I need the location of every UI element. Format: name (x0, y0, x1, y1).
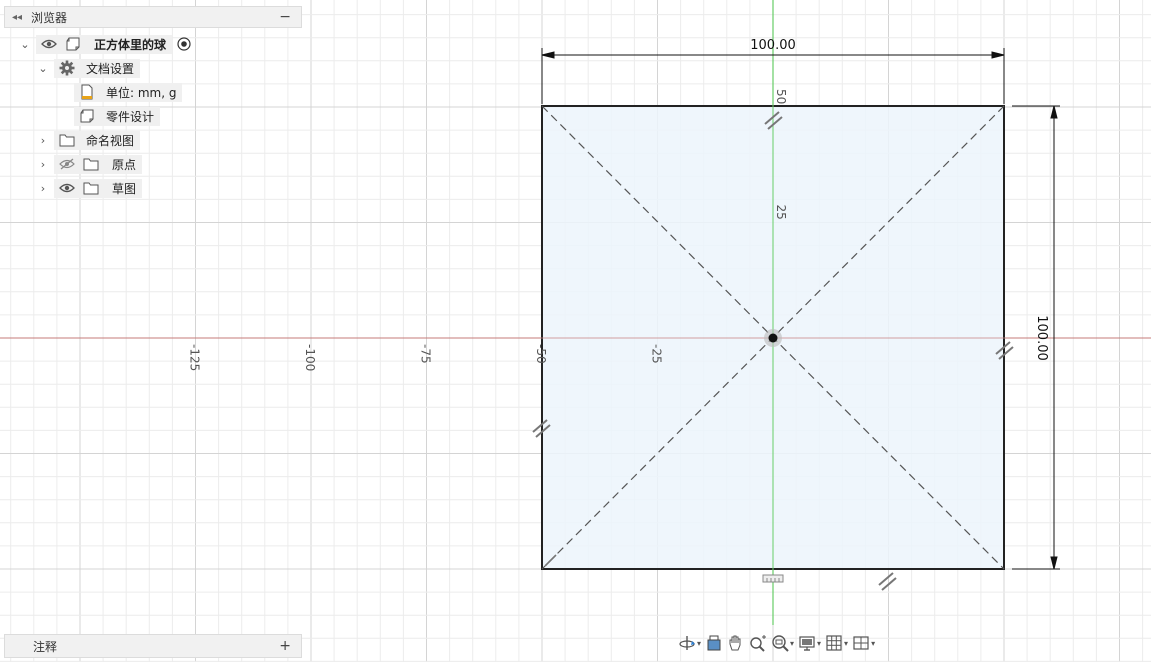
component-icon (78, 107, 96, 125)
units-label[interactable]: 单位: mm, g (106, 84, 176, 101)
root-row-box: 正方体里的球 (36, 34, 173, 54)
sketches-label[interactable]: 草图 (112, 180, 136, 197)
x-axis-tick-label: -75 (419, 344, 433, 364)
grid-snap-icon (825, 634, 843, 652)
display-settings-icon (798, 634, 816, 652)
display-settings-button[interactable]: ▾ (798, 632, 821, 654)
tree-item-origin[interactable]: › 原点 (36, 154, 143, 174)
minimize-icon[interactable]: − (279, 9, 291, 25)
fit-icon (771, 634, 789, 652)
orbit-icon (678, 634, 696, 652)
gear-icon (58, 59, 76, 77)
annotations-label: 注释 (33, 639, 58, 654)
origin-label[interactable]: 原点 (112, 156, 136, 173)
browser-panel-header[interactable]: ◂◂ 浏览器 − (4, 6, 302, 28)
look-at-icon (705, 634, 723, 652)
pan-icon (727, 634, 745, 652)
units-row: 单位: mm, g (74, 82, 183, 102)
eye-icon[interactable] (40, 35, 58, 53)
chevron-right-icon[interactable]: › (36, 158, 50, 171)
sketches-row: 草图 (54, 178, 143, 198)
folder-icon (82, 179, 100, 197)
units-document-icon (78, 83, 96, 101)
pan-button[interactable] (727, 632, 745, 654)
x-axis-tick-label: -125 (188, 344, 202, 371)
collapse-panel-icon[interactable]: ◂◂ (7, 12, 27, 23)
chevron-down-icon[interactable]: ▾ (817, 639, 821, 648)
parallel-constraint-icon[interactable] (878, 572, 897, 591)
named-views-row: 命名视图 (54, 130, 141, 150)
navigation-toolbar: ▾ ▾ ▾ ▾ ▾ (678, 631, 875, 655)
tree-item-part-design[interactable]: 零件设计 (74, 106, 161, 126)
chevron-right-icon[interactable]: › (36, 182, 50, 195)
part-design-label[interactable]: 零件设计 (106, 108, 154, 125)
document-settings-label[interactable]: 文档设置 (86, 60, 134, 77)
add-icon[interactable]: + (279, 638, 291, 654)
eye-hidden-icon[interactable] (58, 155, 76, 173)
chevron-down-icon[interactable]: ▾ (844, 639, 848, 648)
origin-point[interactable] (768, 333, 778, 343)
named-views-label[interactable]: 命名视图 (86, 132, 134, 149)
root-component-label[interactable]: 正方体里的球 (94, 36, 166, 53)
part-design-row: 零件设计 (74, 106, 161, 126)
look-at-button[interactable] (705, 632, 723, 654)
dimension-height-label[interactable]: 100.00 (1034, 315, 1049, 361)
chevron-down-icon[interactable]: ▾ (697, 639, 701, 648)
zoom-button[interactable] (749, 632, 767, 654)
component-icon (64, 35, 82, 53)
eye-icon[interactable] (58, 179, 76, 197)
chevron-down-icon[interactable]: ▾ (871, 639, 875, 648)
dimension-width-label[interactable]: 100.00 (750, 38, 796, 53)
annotations-panel[interactable]: 注释 + (4, 634, 302, 658)
x-axis-tick-label: -50 (534, 344, 548, 364)
chevron-right-icon[interactable]: › (36, 134, 50, 147)
horizontal-constraint-icon[interactable] (762, 574, 784, 583)
browser-title: 浏览器 (31, 10, 68, 25)
origin-row: 原点 (54, 154, 143, 174)
document-settings-row: 文档设置 (54, 58, 141, 78)
zoom-icon (749, 634, 767, 652)
activate-radio-icon[interactable] (175, 35, 193, 53)
x-axis-tick-label: -100 (303, 344, 317, 371)
fit-button[interactable]: ▾ (771, 632, 794, 654)
folder-icon (58, 131, 76, 149)
tree-item-sketches[interactable]: › 草图 (36, 178, 143, 198)
chevron-down-icon[interactable]: ⌄ (36, 62, 50, 75)
orbit-button[interactable]: ▾ (678, 632, 701, 654)
tree-root[interactable]: ⌄ 正方体里的球 (18, 34, 193, 54)
grid-snap-button[interactable]: ▾ (825, 632, 848, 654)
chevron-down-icon[interactable]: ⌄ (18, 38, 32, 51)
y-axis-tick-label: 25 (774, 205, 788, 220)
viewports-icon (852, 634, 870, 652)
tree-item-units[interactable]: 单位: mm, g (74, 82, 183, 102)
tree-item-document-settings[interactable]: ⌄ 文档设置 (36, 58, 141, 78)
chevron-down-icon[interactable]: ▾ (790, 639, 794, 648)
viewports-button[interactable]: ▾ (852, 632, 875, 654)
y-axis-tick-label: 50 (774, 89, 788, 104)
tree-item-named-views[interactable]: › 命名视图 (36, 130, 141, 150)
folder-icon (82, 155, 100, 173)
x-axis-tick-label: -25 (650, 344, 664, 364)
